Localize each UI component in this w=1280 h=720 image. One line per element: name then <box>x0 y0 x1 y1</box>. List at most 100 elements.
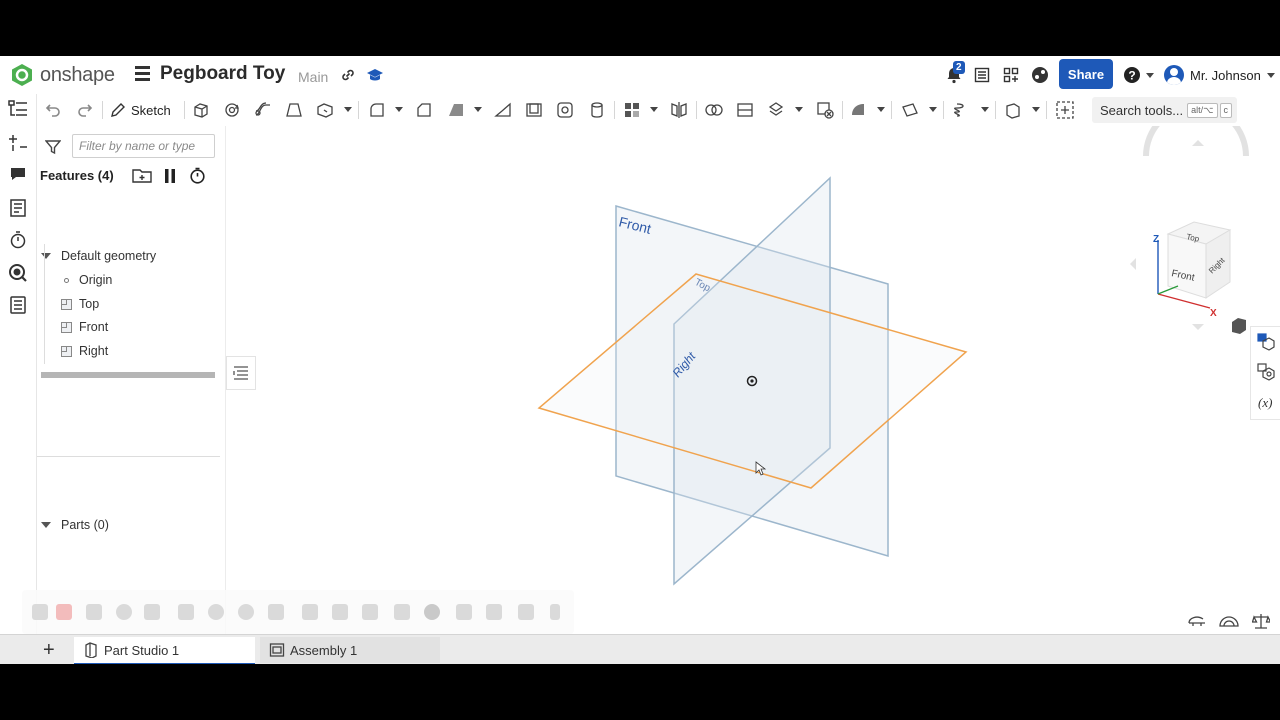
section-view-icon[interactable] <box>1188 613 1206 632</box>
spotlight-tool-icon[interactable] <box>208 604 224 620</box>
app-store-icon[interactable] <box>1001 65 1021 85</box>
user-menu-chevron-icon[interactable] <box>1267 73 1275 78</box>
collapse-chevron-icon[interactable] <box>550 604 560 620</box>
split-icon[interactable] <box>735 99 755 121</box>
feature-list-icon[interactable] <box>8 99 28 119</box>
camera-icon[interactable] <box>518 604 534 620</box>
undo-icon[interactable] <box>44 99 62 121</box>
view-cube-rotate-ring[interactable] <box>1143 126 1249 157</box>
tree-item-top[interactable]: Top <box>61 293 99 315</box>
search-tools-input[interactable]: Search tools... alt/⌥ c <box>1092 97 1237 123</box>
chevron-down-icon[interactable] <box>41 253 51 259</box>
onshape-logo[interactable]: onshape <box>10 63 115 87</box>
transform-icon[interactable] <box>766 99 786 121</box>
variables-icon[interactable] <box>8 132 28 152</box>
tree-item-origin[interactable]: Origin <box>61 269 112 291</box>
view-options-cube-icon[interactable] <box>1232 318 1250 334</box>
helix-icon[interactable] <box>952 99 972 121</box>
sweep-icon[interactable] <box>253 99 273 121</box>
draft-dropdown-chevron-icon[interactable] <box>474 107 482 112</box>
thicken-icon[interactable] <box>315 99 335 121</box>
appearance-panel-icon[interactable] <box>1257 333 1275 351</box>
plane-icon[interactable] <box>900 99 920 121</box>
main-menu-icon[interactable] <box>135 66 150 84</box>
bill-of-materials-icon[interactable] <box>8 295 28 315</box>
share-button[interactable]: Share <box>1059 59 1113 89</box>
shell-icon[interactable] <box>524 99 544 121</box>
draw-tool-icon[interactable] <box>394 604 410 620</box>
chevron-down-icon[interactable] <box>41 522 51 528</box>
default-geometry-row[interactable]: Default geometry <box>41 245 156 267</box>
comments-icon[interactable] <box>8 164 28 184</box>
mute-notifications-icon[interactable] <box>486 604 502 620</box>
delete-recording-icon[interactable] <box>144 604 160 620</box>
fillet-dropdown-chevron-icon[interactable] <box>395 107 403 112</box>
loft-icon[interactable] <box>284 99 304 121</box>
view-cube-down-arrow-icon[interactable] <box>1192 324 1204 330</box>
hole-icon[interactable] <box>555 99 575 121</box>
search-icon[interactable] <box>8 263 28 283</box>
parts-heading-row[interactable]: Parts (0) <box>41 514 109 536</box>
filter-icon[interactable] <box>45 139 61 155</box>
help-dropdown-chevron-icon[interactable] <box>1146 73 1154 78</box>
blur-tool-icon[interactable] <box>362 604 378 620</box>
measure-time-icon[interactable] <box>8 230 28 250</box>
pause-recording-icon[interactable] <box>86 604 102 620</box>
cylinder-icon[interactable] <box>587 99 607 121</box>
recorder-grip-icon[interactable] <box>32 604 48 620</box>
stopwatch-icon[interactable] <box>189 167 206 189</box>
add-folder-icon[interactable] <box>132 166 152 189</box>
modify-fillet-icon[interactable] <box>849 99 869 121</box>
rollback-bar[interactable] <box>41 372 215 378</box>
pattern-icon[interactable] <box>622 99 642 121</box>
zoom-tool-icon[interactable] <box>238 604 254 620</box>
tree-item-right[interactable]: Right <box>61 340 108 362</box>
redo-icon[interactable] <box>76 99 94 121</box>
sketch-button[interactable]: Sketch <box>110 99 171 121</box>
rollback-pause-icon[interactable] <box>164 169 176 188</box>
pattern-dropdown-chevron-icon[interactable] <box>650 107 658 112</box>
text-tool-icon[interactable] <box>332 604 348 620</box>
help-icon[interactable]: ? <box>1122 65 1142 85</box>
chamfer-icon[interactable] <box>414 99 434 121</box>
extrude-icon[interactable] <box>191 99 211 121</box>
feature-filter-input[interactable] <box>72 134 215 158</box>
mirror-icon[interactable] <box>669 99 689 121</box>
task-list-icon[interactable] <box>972 65 992 85</box>
render-mode-icon[interactable] <box>1219 613 1239 632</box>
eraser-icon[interactable] <box>456 604 472 620</box>
rib-icon[interactable] <box>493 99 513 121</box>
connections-icon[interactable] <box>1030 65 1050 85</box>
parts-list-icon[interactable] <box>8 198 28 218</box>
tab-part-studio-1[interactable]: Part Studio 1 <box>74 637 255 664</box>
fillet-icon[interactable] <box>367 99 387 121</box>
tab-assembly-1[interactable]: Assembly 1 <box>260 637 440 663</box>
modify-dropdown-chevron-icon[interactable] <box>877 107 885 112</box>
add-tab-icon[interactable]: + <box>43 640 55 660</box>
draft-icon[interactable] <box>446 99 466 121</box>
view-cube-up-arrow-icon[interactable] <box>1192 140 1204 146</box>
user-menu[interactable]: Mr. Johnson <box>1164 65 1261 85</box>
pointer-tool-icon[interactable] <box>178 604 194 620</box>
transform-dropdown-chevron-icon[interactable] <box>795 107 803 112</box>
view-cube-left-arrow-icon[interactable] <box>1130 258 1136 270</box>
restart-recording-icon[interactable] <box>116 604 132 620</box>
graphics-viewport[interactable]: Front Top Right Top Front Right Z X <box>226 126 1250 634</box>
stop-recording-icon[interactable] <box>56 604 72 620</box>
surface-dropdown-chevron-icon[interactable] <box>1032 107 1040 112</box>
thicken-dropdown-chevron-icon[interactable] <box>344 107 352 112</box>
curve-dropdown-chevron-icon[interactable] <box>981 107 989 112</box>
revolve-icon[interactable] <box>222 99 242 121</box>
document-title[interactable]: Pegboard Toy <box>160 63 285 85</box>
highlight-tool-icon[interactable] <box>268 604 284 620</box>
mass-properties-icon[interactable] <box>1251 613 1272 634</box>
boolean-icon[interactable] <box>704 99 724 121</box>
add-custom-feature-icon[interactable] <box>1054 99 1076 121</box>
plane-dropdown-chevron-icon[interactable] <box>929 107 937 112</box>
branch-name[interactable]: Main <box>298 69 328 85</box>
tree-item-front[interactable]: Front <box>61 316 108 338</box>
select-area-icon[interactable] <box>302 604 318 620</box>
link-icon[interactable] <box>338 65 358 85</box>
delete-part-icon[interactable] <box>815 99 835 121</box>
variables-panel-icon[interactable]: (x) <box>1257 393 1275 411</box>
